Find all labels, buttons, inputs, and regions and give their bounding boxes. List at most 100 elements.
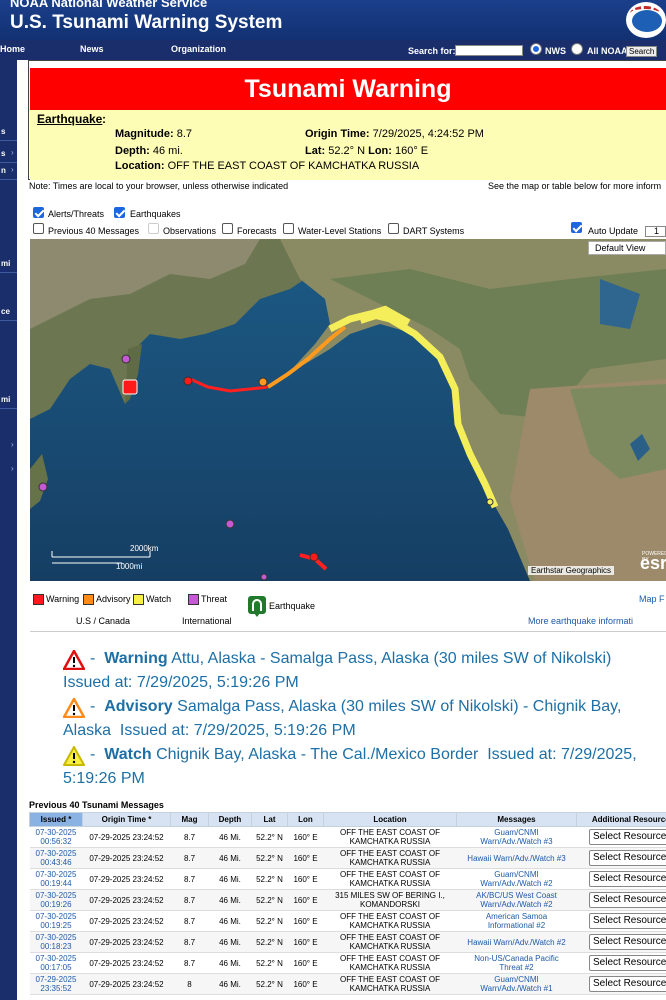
earthquake-heading: Earthquake (37, 112, 103, 126)
legend-threat-swatch (188, 594, 199, 605)
select-resource-dropdown[interactable]: Select Resource (589, 871, 666, 887)
observations-label: Observations (163, 226, 217, 236)
issued-cell[interactable]: 07-29-2025 23:35:52 (29, 973, 83, 995)
earthquake-legend-icon (248, 596, 266, 617)
column-header-additional-resources[interactable]: Additional Resources (576, 812, 666, 827)
select-resource-dropdown[interactable]: Select Resource (589, 934, 666, 950)
location-cell-text: KAMCHATKA RUSSIA (349, 921, 431, 930)
mag-cell: 8.7 (170, 847, 209, 869)
alerts-threats-checkbox[interactable] (33, 207, 44, 218)
observations-checkbox[interactable] (148, 223, 159, 234)
origin-cell-text: 07-29-2025 23:24:52 (89, 958, 164, 968)
site-header: NOAA National Weather Service U.S. Tsuna… (0, 0, 666, 40)
issued-cell[interactable]: 07-30-2025 00:18:23 (29, 931, 83, 953)
radio-nws[interactable] (530, 43, 542, 55)
mag-cell: 8.7 (170, 931, 209, 953)
column-header-depth[interactable]: Depth (208, 812, 252, 827)
legend-warning-label: Warning (46, 594, 80, 604)
message-link[interactable]: Guam/CNMI Warn/Adv./Watch #3 (456, 826, 577, 848)
sidebar-item[interactable]: mi (0, 256, 17, 273)
alert-watch[interactable]: - Watch Chignik Bay, Alaska - The Cal./M… (63, 743, 666, 791)
mag-cell-text: 8.7 (183, 832, 196, 842)
lon-cell-text: 160° E (293, 853, 318, 863)
column-header-issued[interactable]: Issued * (29, 812, 83, 827)
issued-cell[interactable]: 07-30-2025 00:19:25 (29, 910, 83, 932)
dart-checkbox[interactable] (388, 223, 399, 234)
nav-news[interactable]: News (80, 44, 104, 54)
default-view-button[interactable]: Default View (588, 241, 666, 255)
depth-cell: 46 Mi. (208, 952, 252, 974)
select-resource-dropdown[interactable]: Select Resource (589, 913, 666, 929)
issued-cell-text: 00:18:23 (40, 942, 72, 951)
issued-cell-text: 07-30-2025 (35, 891, 77, 900)
legend-international: International (182, 616, 232, 626)
issued-cell[interactable]: 07-30-2025 00:17:05 (29, 952, 83, 974)
forecasts-checkbox[interactable] (222, 223, 233, 234)
sidebar-item[interactable]: mi (0, 392, 17, 409)
location-cell-text: KAMCHATKA RUSSIA (349, 837, 431, 846)
column-header-origin-time[interactable]: Origin Time * (82, 812, 171, 827)
location-cell-text: KAMCHATKA RUSSIA (349, 858, 431, 867)
message-link[interactable]: AK/BC/US West Coast Warn/Adv./Watch #2 (456, 889, 577, 911)
issued-cell-text: 00:17:05 (40, 963, 72, 972)
lat-cell: 52.2° N (251, 826, 288, 848)
search-button[interactable]: Search (626, 46, 658, 57)
mag-cell-text: 8.7 (183, 874, 196, 884)
search-input[interactable] (455, 45, 523, 56)
select-resource-dropdown[interactable]: Select Resource (589, 829, 666, 845)
depth-cell-text: 46 Mi. (219, 916, 241, 926)
column-header-messages[interactable]: Messages (456, 812, 577, 827)
auto-update-interval-input[interactable]: 1 (645, 226, 666, 237)
auto-update-checkbox[interactable] (571, 222, 582, 233)
column-header-lon[interactable]: Lon (287, 812, 324, 827)
message-link[interactable]: American Samoa Informational #2 (456, 910, 577, 932)
issued-cell[interactable]: 07-30-2025 00:56:32 (29, 826, 83, 848)
location-cell: OFF THE EAST COAST OF KAMCHATKA RUSSIA (323, 826, 457, 848)
column-header-location[interactable]: Location (323, 812, 457, 827)
map-link[interactable]: Map F (639, 594, 665, 604)
column-header-lat[interactable]: Lat (251, 812, 288, 827)
sidebar-item[interactable]: s (0, 124, 17, 141)
issued-cell[interactable]: 07-30-2025 00:19:26 (29, 889, 83, 911)
message-link[interactable]: Hawaii Warn/Adv./Watch #3 (456, 847, 577, 869)
nav-home[interactable]: Home (0, 44, 25, 54)
alert-advisory[interactable]: - Advisory Samalga Pass, Alaska (30 mile… (63, 695, 666, 743)
location-cell: OFF THE EAST COAST OF KAMCHATKA RUSSIA (323, 868, 457, 890)
message-link[interactable]: Guam/CNMI Warn/Adv./Watch #1 (456, 973, 577, 995)
more-earthquake-info-link[interactable]: More earthquake informati (528, 616, 633, 626)
nav-organization[interactable]: Organization (171, 44, 226, 54)
lat-cell: 52.2° N (251, 910, 288, 932)
select-resource-dropdown[interactable]: Select Resource (589, 850, 666, 866)
issued-cell[interactable]: 07-30-2025 00:19:44 (29, 868, 83, 890)
lat-cell: 52.2° N (251, 847, 288, 869)
site-title[interactable]: U.S. Tsunami Warning System (10, 12, 282, 34)
issued-cell[interactable]: 07-30-2025 00:43:46 (29, 847, 83, 869)
issued-cell-text: 07-30-2025 (35, 849, 77, 858)
message-link[interactable]: Guam/CNMI Warn/Adv./Watch #2 (456, 868, 577, 890)
map-attribution: Earthstar Geographics (528, 566, 615, 575)
select-resource-dropdown[interactable]: Select Resource (589, 892, 666, 908)
select-resource-dropdown[interactable]: Select Resource (589, 955, 666, 971)
mag-cell: 8.7 (170, 952, 209, 974)
origin-cell: 07-29-2025 23:24:52 (82, 868, 171, 890)
depth-cell: 46 Mi. (208, 910, 252, 932)
message-link[interactable]: Hawaii Warn/Adv./Watch #2 (456, 931, 577, 953)
sidebar-item[interactable]: ce (0, 304, 17, 321)
chevron-right-icon: › (11, 440, 14, 449)
alert-warning[interactable]: - Warning Attu, Alaska - Samalga Pass, A… (63, 647, 666, 695)
tsunami-map[interactable]: 2000km 1000mi (30, 239, 666, 581)
issued-cell-text: 00:19:25 (40, 921, 72, 930)
depth-cell: 46 Mi. (208, 868, 252, 890)
select-resource-dropdown[interactable]: Select Resource (589, 976, 666, 992)
lon-cell-text: 160° E (293, 958, 318, 968)
water-level-checkbox[interactable] (283, 223, 294, 234)
radio-all-noaa[interactable] (571, 43, 583, 55)
message-link[interactable]: Non-US/Canada Pacific Threat #2 (456, 952, 577, 974)
earthquakes-checkbox[interactable] (114, 207, 125, 218)
previous-40-checkbox[interactable] (33, 223, 44, 234)
mag-cell-text: 8.7 (183, 916, 196, 926)
dart-label: DART Systems (403, 226, 465, 236)
column-header-mag[interactable]: Mag (170, 812, 209, 827)
noaa-logo-icon[interactable] (626, 2, 666, 38)
origin-cell-text: 07-29-2025 23:24:52 (89, 916, 164, 926)
